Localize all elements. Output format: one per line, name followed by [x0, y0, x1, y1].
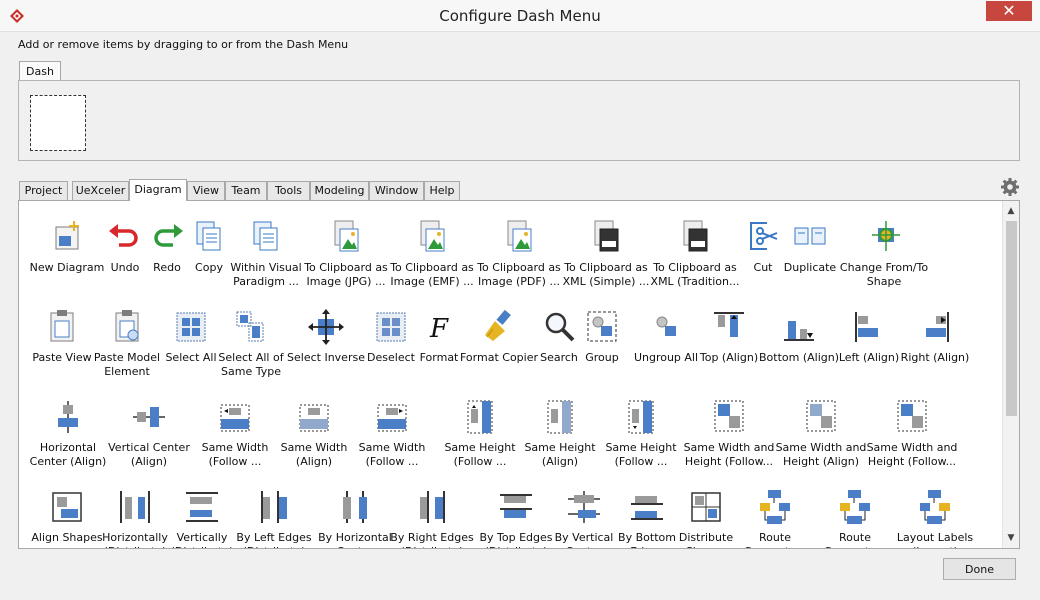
- same-size-follow-icon: [714, 400, 744, 432]
- dash-item-same-size-follow-2[interactable]: Same Width and Height (Follow...: [866, 397, 958, 469]
- tab-help[interactable]: Help: [424, 181, 460, 200]
- dash-drop-slot[interactable]: [30, 95, 86, 151]
- paste-view-icon: [50, 310, 74, 342]
- same-width-align-icon: [299, 404, 329, 432]
- ungroup-icon: [656, 316, 676, 336]
- scroll-up-icon[interactable]: ▲: [1003, 203, 1019, 219]
- dash-item-clipboard-emf[interactable]: To Clipboard as Image (EMF) ...: [386, 217, 478, 289]
- dash-item-same-width-follow-2[interactable]: Same Width (Follow ...: [346, 397, 438, 469]
- route-connectors-icon: [760, 490, 790, 524]
- route-connectors-2-icon: [840, 490, 870, 524]
- dash-item-route-connectors-2[interactable]: Route Connectors: [809, 487, 901, 548]
- dash-item-same-height-align[interactable]: Same Height (Align): [514, 397, 606, 469]
- tab-tools[interactable]: Tools: [267, 181, 310, 200]
- tab-diagram[interactable]: Diagram: [129, 179, 187, 201]
- distribute-shapes-icon: [691, 492, 721, 522]
- clipboard-emf-icon: [420, 220, 445, 252]
- change-shape-icon: [872, 221, 900, 251]
- dash-panel[interactable]: [18, 80, 1020, 161]
- close-button[interactable]: ✕: [986, 1, 1032, 21]
- distribute-h-center-icon: [343, 491, 367, 523]
- distribute-vertical-icon: [186, 492, 218, 522]
- distribute-top-icon: [500, 494, 532, 518]
- clipboard-pdf-icon: [507, 220, 532, 252]
- window-title: Configure Dash Menu: [439, 7, 601, 25]
- clipboard-xml-simple-icon: [594, 220, 619, 252]
- same-height-follow-2-icon: [628, 400, 654, 434]
- group-icon: [587, 311, 617, 342]
- paste-model-icon: [115, 310, 139, 342]
- tab-modeling[interactable]: Modeling: [310, 181, 369, 200]
- dash-item-same-size-align[interactable]: Same Width and Height (Align): [775, 397, 867, 469]
- dash-item-same-size-follow[interactable]: Same Width and Height (Follow...: [683, 397, 775, 469]
- dash-item-clipboard-pdf[interactable]: To Clipboard as Image (PDF) ...: [473, 217, 565, 289]
- align-right-icon: [926, 312, 949, 342]
- tab-window[interactable]: Window: [369, 181, 424, 200]
- dash-item-distribute-right[interactable]: By Right Edges (Distribute): [386, 487, 478, 548]
- dash-item-align-h-center[interactable]: Horizontal Center (Align): [22, 397, 114, 469]
- tab-team[interactable]: Team: [225, 181, 267, 200]
- same-width-follow-icon: [220, 404, 250, 432]
- dash-item-same-height-follow[interactable]: Same Height (Follow ...: [434, 397, 526, 469]
- align-shapes-icon: [52, 492, 82, 522]
- align-bottom-icon: [784, 321, 814, 341]
- gear-icon[interactable]: [1000, 177, 1020, 197]
- clipboard-xml-traditional-icon: [683, 220, 708, 252]
- same-width-follow-2-icon: [377, 404, 407, 432]
- dash-item-align-v-center[interactable]: Vertical Center (Align): [103, 397, 195, 469]
- distribute-left-icon: [261, 491, 287, 523]
- distribute-horizontal-icon: [120, 491, 150, 523]
- dash-item-route-connectors[interactable]: Route Connectors: [729, 487, 821, 548]
- dash-item-distribute-left[interactable]: By Left Edges (Distribute): [228, 487, 320, 548]
- align-v-center-icon: [133, 407, 165, 427]
- tab-project[interactable]: Project: [19, 181, 68, 200]
- layout-labels-icon: [920, 490, 950, 524]
- dash-item-clipboard-jpg[interactable]: To Clipboard as Image (JPG) ...: [300, 217, 392, 289]
- align-top-icon: [714, 312, 744, 337]
- same-height-follow-icon: [467, 400, 493, 434]
- title-bar: Configure Dash Menu ✕: [0, 0, 1040, 32]
- same-size-follow-2-icon: [897, 400, 927, 432]
- copy-within-icon: [253, 221, 278, 251]
- command-palette: New Diagram Undo Redo Copy Within Visual…: [18, 200, 1020, 549]
- scroll-thumb[interactable]: [1006, 221, 1017, 416]
- vertical-scrollbar[interactable]: ▲ ▼: [1002, 201, 1019, 548]
- dash-item-align-right[interactable]: Right (Align): [889, 307, 981, 365]
- select-inverse-icon: [308, 309, 344, 345]
- distribute-v-center-icon: [568, 491, 600, 523]
- scroll-down-icon[interactable]: ▼: [1003, 530, 1019, 546]
- tab-view[interactable]: View: [187, 181, 225, 200]
- tab-uexceler[interactable]: UeXceler: [72, 181, 129, 200]
- dash-item-change-shape[interactable]: Change From/To Shape: [838, 217, 930, 289]
- same-height-align-icon: [547, 400, 573, 434]
- svg-text:F: F: [429, 314, 449, 344]
- dash-item-clipboard-xml-simple[interactable]: To Clipboard as XML (Simple) ...: [560, 217, 652, 289]
- align-h-center-icon: [58, 401, 78, 433]
- dash-item-copy-within[interactable]: Within Visual Paradigm ...: [220, 217, 312, 289]
- select-same-type-icon: [236, 311, 264, 342]
- clipboard-jpg-icon: [334, 220, 359, 252]
- duplicate-icon: [794, 227, 826, 245]
- same-size-align-icon: [806, 400, 836, 432]
- done-button[interactable]: Done: [943, 558, 1016, 580]
- align-left-icon: [855, 312, 878, 342]
- distribute-right-icon: [420, 491, 445, 523]
- dash-tab[interactable]: Dash: [19, 61, 61, 80]
- instruction-text: Add or remove items by dragging to or fr…: [18, 38, 349, 51]
- dash-item-layout-labels[interactable]: Layout Labels (Layout): [889, 487, 981, 548]
- dash-item-same-height-follow-2[interactable]: Same Height (Follow ...: [595, 397, 687, 469]
